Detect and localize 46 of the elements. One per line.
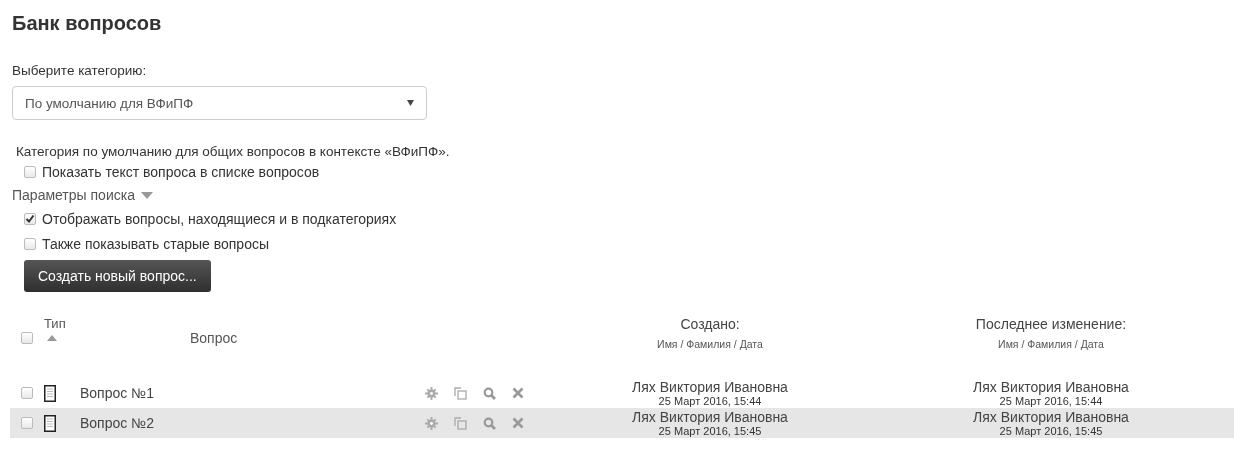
checkbox[interactable]	[24, 165, 36, 178]
category-select[interactable]: По умолчанию для ВФиПФ	[12, 86, 427, 120]
copy-icon[interactable]	[454, 416, 467, 430]
checkbox-label: Также показывать старые вопросы	[42, 235, 269, 252]
date-text: 25 Март 2016, 15:45	[999, 424, 1103, 438]
column-header[interactable]: Тип	[44, 316, 66, 331]
caret-icon[interactable]	[140, 191, 153, 199]
checkbox[interactable]	[24, 212, 36, 225]
select-all-checkbox[interactable]	[21, 332, 33, 344]
author-name: Лях Виктория Ивановна	[632, 408, 788, 425]
checkbox-label: Отображать вопросы, находящиеся и в подкатегориях	[42, 210, 397, 227]
question-row[interactable]: Вопрос №1 Лях Виктория Ивановна 25 Март 2016, 15:44 Лях Виктория Ивановна 25 Март 2016, 15:44	[10, 378, 1234, 408]
column-header: Создано:	[680, 316, 740, 332]
row-checkbox[interactable]	[21, 387, 33, 399]
question-name: Вопрос №2	[80, 415, 154, 431]
author-name: Лях Виктория Ивановна	[632, 378, 788, 395]
column-header: Последнее изменение:	[975, 316, 1127, 332]
sort-icon[interactable]	[47, 335, 57, 341]
category-label: Выберите категорию:	[12, 63, 148, 78]
author-name: Лях Виктория Ивановна	[973, 378, 1129, 395]
copy-icon[interactable]	[454, 386, 467, 400]
row-checkbox[interactable]	[21, 417, 33, 429]
column-header[interactable]: Вопрос	[190, 330, 238, 346]
search-options-toggle[interactable]: Параметры поиска	[12, 187, 135, 203]
page-title: Банк вопросов	[12, 11, 163, 35]
column-subheader[interactable]: Имя / Фамилия / Дата	[657, 338, 763, 350]
column-subheader[interactable]: Имя / Фамилия / Дата	[998, 338, 1104, 350]
gear-icon[interactable]	[425, 386, 438, 400]
category-description: Категория по умолчанию для общих вопросов в контексте «ВФиПФ».	[16, 144, 451, 159]
caret-icon	[407, 100, 414, 106]
close-icon[interactable]	[512, 387, 524, 399]
author-name: Лях Виктория Ивановна	[973, 408, 1129, 425]
date-text: 25 Март 2016, 15:44	[999, 394, 1103, 408]
question-name: Вопрос №1	[80, 385, 154, 401]
search-icon[interactable]	[483, 416, 496, 430]
document-icon	[44, 384, 56, 402]
date-text: 25 Март 2016, 15:45	[658, 424, 762, 438]
date-text: 25 Март 2016, 15:44	[658, 394, 762, 408]
create-question-button[interactable]: Создать новый вопрос...	[24, 260, 211, 292]
checkbox-label: Показать текст вопроса в списке вопросов	[42, 163, 320, 180]
question-row[interactable]: Вопрос №2 Лях Виктория Ивановна 25 Март 2016, 15:45 Лях Виктория Ивановна 25 Март 2016, 15:45	[10, 408, 1234, 438]
search-icon[interactable]	[483, 386, 496, 400]
gear-icon[interactable]	[425, 416, 438, 430]
document-icon	[44, 414, 56, 432]
close-icon[interactable]	[512, 417, 524, 429]
checkbox[interactable]	[24, 237, 36, 250]
